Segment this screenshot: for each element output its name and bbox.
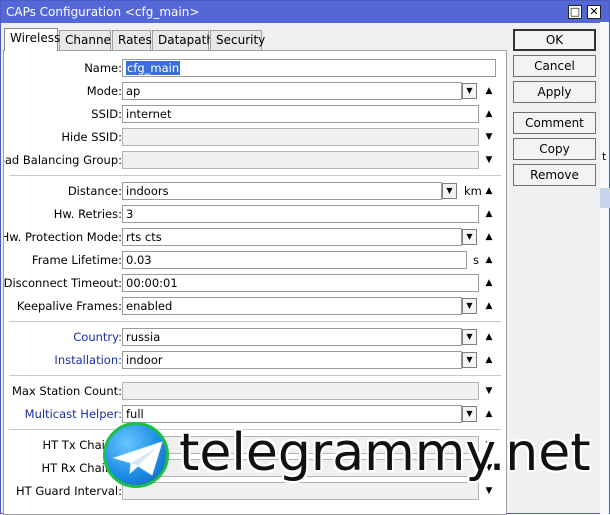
- disconnect-timeout-label: Disconnect Timeout:: [3, 276, 122, 290]
- telegram-logo-icon: [103, 422, 169, 488]
- row-hw-retries: Hw. Retries: 3 ▲: [4, 205, 506, 225]
- hw-retries-label: Hw. Retries:: [53, 207, 122, 221]
- close-icon[interactable]: ✕: [587, 5, 601, 19]
- watermark: telegrammy.net: [103, 418, 603, 492]
- load-balancing-group-field: [122, 151, 479, 169]
- window-title: CAPs Configuration <cfg_main>: [6, 5, 200, 19]
- row-name: Name: cfg_main: [4, 59, 506, 79]
- max-station-count-expand-icon[interactable]: ▼: [483, 383, 495, 399]
- comment-button[interactable]: Comment: [513, 112, 596, 134]
- frame-lifetime-label: Frame Lifetime:: [31, 253, 122, 267]
- max-station-count-label: Max Station Count:: [12, 384, 122, 398]
- tab-rates[interactable]: Rates: [112, 30, 152, 50]
- ssid-label: SSID:: [91, 107, 122, 121]
- name-value: cfg_main: [126, 61, 181, 75]
- disconnect-timeout-collapse-icon[interactable]: ▲: [483, 275, 495, 291]
- name-label: Name:: [84, 61, 122, 75]
- mode-select[interactable]: ap: [122, 82, 462, 100]
- row-distance: Distance: indoors ▼ km ▲: [4, 182, 506, 202]
- installation-label: Installation:: [54, 353, 122, 367]
- max-station-count-field: [122, 382, 479, 400]
- separator: [9, 321, 501, 322]
- mode-label: Mode:: [86, 84, 122, 98]
- ssid-input[interactable]: internet: [122, 105, 479, 123]
- mode-dropdown-icon[interactable]: ▼: [462, 83, 477, 99]
- remove-button[interactable]: Remove: [513, 164, 596, 186]
- mode-collapse-icon[interactable]: ▲: [483, 83, 495, 99]
- tab-security[interactable]: Security: [210, 30, 265, 50]
- frame-lifetime-collapse-icon[interactable]: ▲: [483, 252, 495, 268]
- tab-wireless[interactable]: Wireless: [4, 28, 60, 51]
- country-label: Country:: [73, 330, 122, 344]
- background-selection: [600, 188, 610, 208]
- distance-label: Distance:: [67, 184, 122, 198]
- country-collapse-icon[interactable]: ▲: [483, 329, 495, 345]
- hide-ssid-expand-icon[interactable]: ▼: [483, 129, 495, 145]
- country-dropdown-icon[interactable]: ▼: [462, 329, 477, 345]
- keepalive-frames-label: Keepalive Frames:: [16, 299, 122, 313]
- installation-collapse-icon[interactable]: ▲: [483, 352, 495, 368]
- distance-select[interactable]: indoors: [122, 182, 442, 200]
- separator: [9, 375, 501, 376]
- ok-button[interactable]: OK: [513, 29, 596, 51]
- tab-channel[interactable]: Channel: [59, 30, 114, 50]
- hw-protection-mode-select[interactable]: rts cts: [122, 228, 462, 246]
- distance-collapse-icon[interactable]: ▲: [483, 183, 495, 199]
- apply-button[interactable]: Apply: [513, 81, 596, 103]
- background-text-fragment: t: [602, 150, 607, 163]
- hw-protection-mode-collapse-icon[interactable]: ▲: [483, 229, 495, 245]
- hide-ssid-field: [122, 128, 479, 146]
- row-load-balancing-group: Load Balancing Group: ▼: [3, 151, 506, 171]
- hw-protection-mode-dropdown-icon[interactable]: ▼: [462, 229, 477, 245]
- row-ssid: SSID: internet ▲: [4, 105, 506, 125]
- keepalive-frames-dropdown-icon[interactable]: ▼: [462, 298, 477, 314]
- separator: [9, 175, 501, 176]
- installation-select[interactable]: indoor: [122, 351, 462, 369]
- row-keepalive-frames: Keepalive Frames: enabled ▼ ▲: [4, 297, 506, 317]
- disconnect-timeout-input[interactable]: 00:00:01: [122, 274, 479, 292]
- row-max-station-count: Max Station Count: ▼: [4, 382, 506, 402]
- hw-retries-collapse-icon[interactable]: ▲: [483, 206, 495, 222]
- country-select[interactable]: russia: [122, 328, 462, 346]
- copy-button[interactable]: Copy: [513, 138, 596, 160]
- keepalive-frames-collapse-icon[interactable]: ▲: [483, 298, 495, 314]
- restore-icon[interactable]: □: [568, 5, 582, 19]
- row-frame-lifetime: Frame Lifetime: 0.03 s ▲: [4, 251, 506, 271]
- row-hw-protection-mode: Hw. Protection Mode: rts cts ▼ ▲: [3, 228, 506, 248]
- row-disconnect-timeout: Disconnect Timeout: 00:00:01 ▲: [3, 274, 506, 294]
- installation-dropdown-icon[interactable]: ▼: [462, 352, 477, 368]
- frame-lifetime-unit: s: [473, 253, 479, 267]
- row-country: Country: russia ▼ ▲: [4, 328, 506, 348]
- cancel-button[interactable]: Cancel: [513, 55, 596, 77]
- hw-protection-mode-label: Hw. Protection Mode:: [3, 230, 122, 244]
- keepalive-frames-select[interactable]: enabled: [122, 297, 462, 315]
- ssid-collapse-icon[interactable]: ▲: [483, 106, 495, 122]
- load-balancing-group-expand-icon[interactable]: ▼: [483, 152, 495, 168]
- load-balancing-group-label: Load Balancing Group:: [3, 153, 122, 167]
- hide-ssid-label: Hide SSID:: [61, 130, 122, 144]
- name-input[interactable]: cfg_main: [122, 59, 496, 77]
- paper-plane-icon: [112, 441, 163, 476]
- row-installation: Installation: indoor ▼ ▲: [4, 351, 506, 371]
- row-mode: Mode: ap ▼ ▲: [4, 82, 506, 102]
- distance-dropdown-icon[interactable]: ▼: [442, 183, 457, 199]
- row-hide-ssid: Hide SSID: ▼: [4, 128, 506, 148]
- hw-retries-input[interactable]: 3: [122, 205, 479, 223]
- tab-datapath[interactable]: Datapath: [152, 30, 214, 50]
- frame-lifetime-input[interactable]: 0.03: [122, 251, 467, 269]
- distance-unit: km: [464, 184, 482, 198]
- watermark-text: telegrammy.net: [179, 423, 591, 483]
- title-bar[interactable]: CAPs Configuration <cfg_main> □ ✕: [1, 1, 609, 23]
